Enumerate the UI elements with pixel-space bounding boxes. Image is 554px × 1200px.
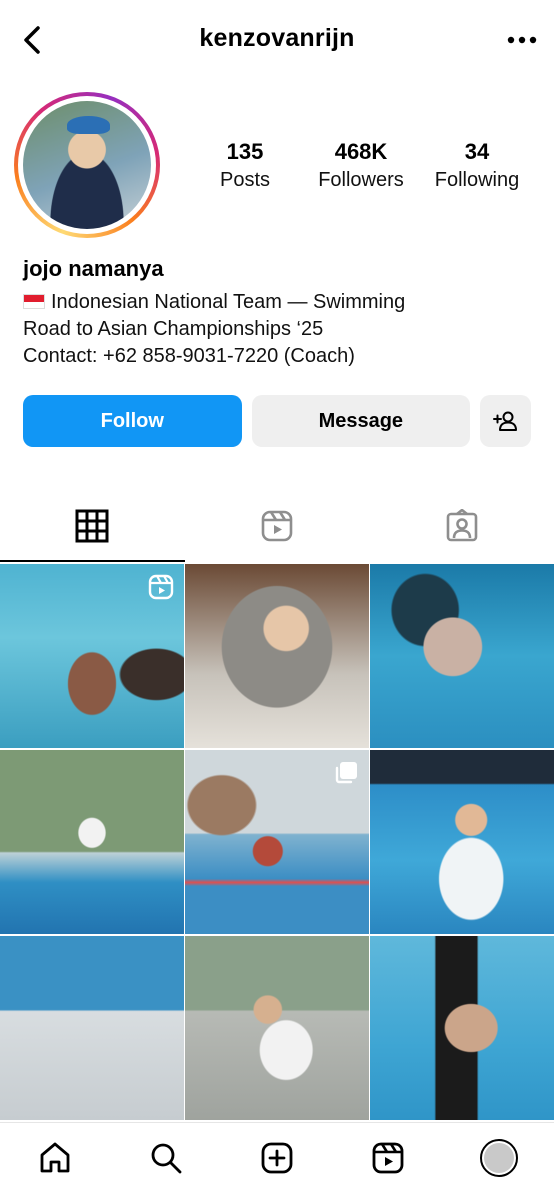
more-options-button[interactable] [504, 22, 540, 58]
add-user-icon [492, 411, 517, 431]
nav-profile[interactable] [469, 1130, 529, 1186]
post-thumbnail[interactable] [0, 564, 184, 748]
bio-line: Contact: +62 858-9031-7220 (Coach) [23, 345, 355, 367]
following-stat[interactable]: 34 Following [422, 138, 532, 194]
post-thumbnail[interactable] [0, 750, 184, 934]
posts-stat[interactable]: 135 Posts [190, 138, 300, 194]
posts-grid [0, 564, 554, 1120]
profile-avatar [23, 101, 151, 229]
reel-icon [148, 574, 174, 600]
avatar-hat [66, 116, 111, 135]
message-button[interactable]: Message [251, 395, 471, 447]
follow-button[interactable]: Follow [23, 395, 242, 447]
nav-create[interactable] [247, 1130, 307, 1186]
grid-icon [75, 509, 109, 543]
display-name: jojo namanya [23, 256, 164, 281]
bio-line-text: Indonesian National Team — Swimming [51, 291, 406, 313]
post-thumbnail[interactable] [185, 750, 369, 934]
following-label: Following [434, 169, 520, 191]
post-thumbnail[interactable] [185, 564, 369, 748]
tab-reels[interactable] [185, 490, 370, 562]
tab-tagged[interactable] [369, 490, 554, 562]
post-thumbnail[interactable] [370, 750, 554, 934]
suggested-users-button[interactable] [480, 395, 531, 447]
tab-posts[interactable] [0, 490, 185, 562]
more-horizontal-icon [507, 36, 537, 44]
post-thumbnail[interactable] [370, 564, 554, 748]
tagged-user-icon [446, 509, 477, 542]
profile-username: kenzovanrijn [199, 24, 355, 52]
post-thumbnail[interactable] [185, 936, 369, 1120]
profile-bio: Indonesian National Team — Swimming Road… [23, 289, 405, 370]
nav-reels[interactable] [358, 1130, 418, 1186]
profile-header: kenzovanrijn [0, 0, 554, 82]
post-thumbnail[interactable] [0, 936, 184, 1120]
followers-label: Followers [318, 169, 404, 191]
reels-icon [261, 510, 293, 542]
profile-tabs [0, 490, 554, 562]
bottom-navigation [0, 1122, 554, 1200]
profile-stats: 135 Posts 468K Followers 34 Following [190, 138, 532, 194]
nav-search[interactable] [136, 1130, 196, 1186]
carousel-icon [335, 762, 357, 784]
posts-label: Posts [219, 169, 271, 191]
reels-icon [372, 1142, 404, 1173]
search-icon [151, 1143, 182, 1173]
following-count: 34 [464, 139, 490, 164]
followers-count: 468K [334, 139, 388, 164]
bio-line: Indonesian National Team — Swimming [23, 289, 405, 316]
story-ring[interactable] [14, 92, 160, 238]
indonesia-flag-icon [23, 294, 45, 309]
home-icon [40, 1142, 70, 1172]
create-post-icon [261, 1142, 293, 1173]
posts-count: 135 [226, 139, 264, 164]
bio-line: Road to Asian Championships ‘25 [23, 318, 324, 340]
nav-home[interactable] [25, 1130, 85, 1186]
post-thumbnail[interactable] [370, 936, 554, 1120]
profile-actions: Follow Message [23, 395, 531, 447]
profile-avatar-icon [479, 1138, 518, 1177]
followers-stat[interactable]: 468K Followers [306, 138, 416, 194]
